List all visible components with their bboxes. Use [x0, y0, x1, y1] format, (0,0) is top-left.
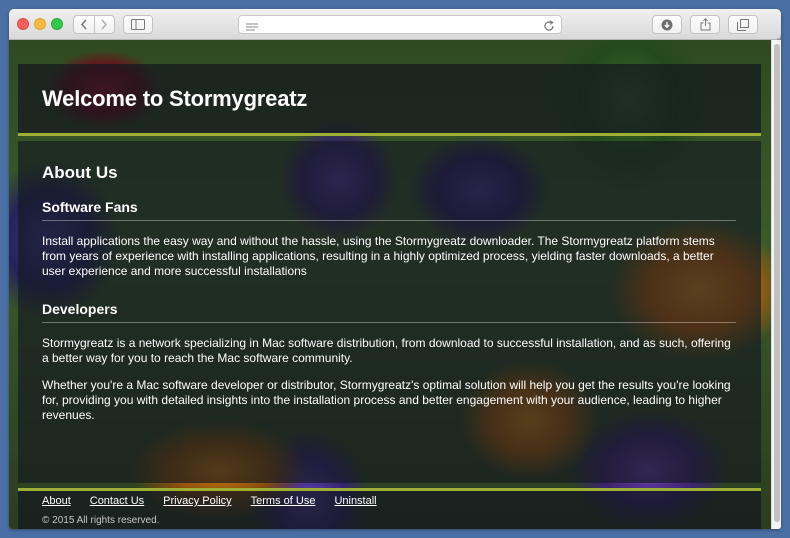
scrollbar-thumb[interactable] [774, 44, 780, 522]
downloads-button[interactable] [652, 15, 682, 34]
page-footer: About Contact Us Privacy Policy Terms of… [18, 488, 761, 529]
developers-heading: Developers [42, 301, 736, 323]
tabs-overview-button[interactable] [728, 15, 758, 34]
minimize-window-button[interactable] [34, 18, 46, 30]
back-button[interactable] [74, 16, 94, 33]
software-fans-paragraph: Install applications the easy way and wi… [42, 234, 715, 278]
address-bar[interactable] [238, 15, 562, 34]
share-icon [700, 18, 710, 31]
footer-link-about[interactable]: About [42, 495, 71, 507]
about-us-heading: About Us [42, 163, 118, 182]
developers-paragraph-1: Stormygreatz is a network specializing i… [42, 336, 731, 365]
footer-link-terms-of-use[interactable]: Terms of Use [251, 495, 316, 507]
navigation-buttons [73, 15, 115, 34]
page-title: Welcome to Stormygreatz [42, 86, 308, 111]
vertical-scrollbar[interactable] [771, 40, 781, 529]
footer-link-contact-us[interactable]: Contact Us [90, 495, 144, 507]
footer-link-privacy-policy[interactable]: Privacy Policy [163, 495, 231, 507]
reload-icon[interactable] [543, 19, 555, 37]
close-window-button[interactable] [17, 18, 29, 30]
forward-button[interactable] [95, 16, 115, 33]
browser-window: + Welcome to Stormygreatz About Us Softw… [9, 9, 781, 529]
chevron-right-icon [101, 19, 108, 30]
sidebar-icon [131, 19, 145, 30]
main-content: About Us Software Fans Install applicati… [18, 141, 761, 483]
chevron-left-icon [80, 19, 87, 30]
zoom-window-button[interactable] [51, 18, 63, 30]
browser-toolbar [9, 9, 781, 40]
software-fans-heading: Software Fans [42, 199, 736, 221]
share-button[interactable] [690, 15, 720, 34]
footer-link-uninstall[interactable]: Uninstall [334, 495, 376, 507]
sidebar-button[interactable] [123, 15, 153, 34]
page-viewport: Welcome to Stormygreatz About Us Softwar… [9, 40, 771, 529]
tabs-icon [737, 18, 749, 31]
reader-icon[interactable] [246, 20, 258, 38]
page-header: Welcome to Stormygreatz [18, 64, 761, 136]
copyright-text: © 2015 All rights reserved. [42, 515, 160, 526]
download-icon [661, 19, 673, 30]
footer-links: About Contact Us Privacy Policy Terms of… [42, 495, 396, 507]
developers-paragraph-2: Whether you're a Mac software developer … [42, 378, 731, 422]
